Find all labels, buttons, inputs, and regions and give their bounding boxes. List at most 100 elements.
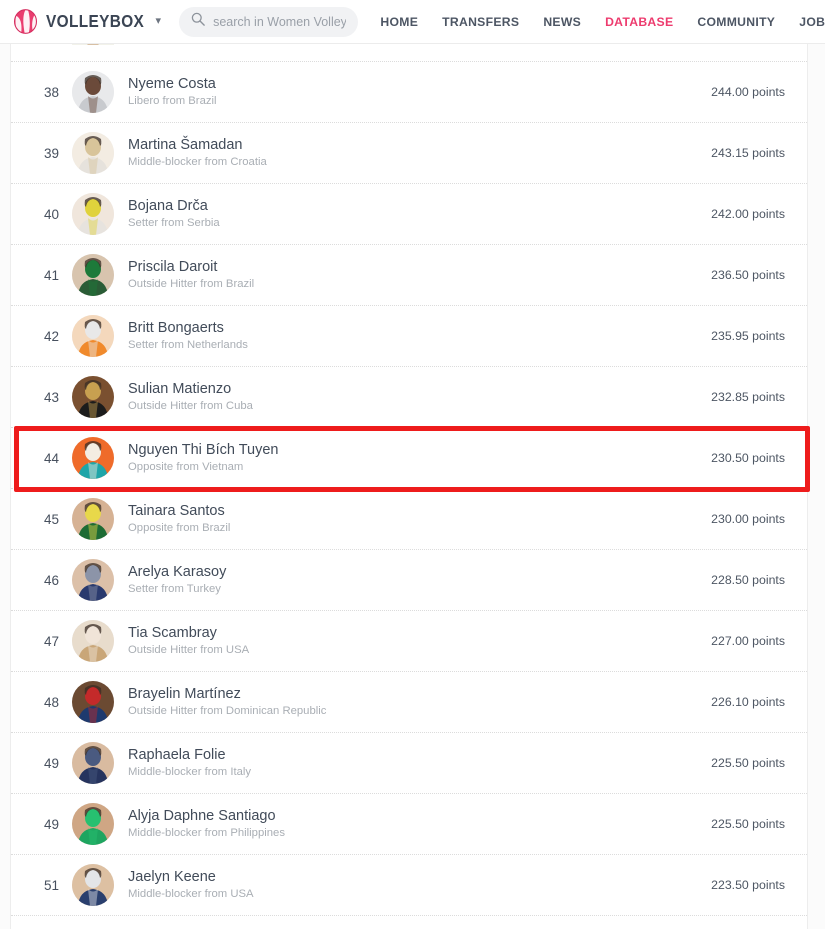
nav-item-transfers[interactable]: TRANSFERS [442,15,519,29]
player-position-country: Outside Hitter from Dominican Republic [128,705,327,717]
player-info[interactable]: Raphaela Folie Middle-blocker from Italy [128,747,711,779]
player-points: 242.00 points [711,207,785,221]
ranking-page: 38 Nyeme Costa Libero from Brazil 244.00 po… [0,44,825,929]
player-avatar[interactable] [72,254,114,296]
nav-item-news[interactable]: NEWS [543,15,581,29]
ranking-row[interactable]: 42 Britt Bongaerts Setter from Netherlands… [11,306,807,367]
ranking-row[interactable]: 41 Priscila Daroit Outside Hitter from Bra… [11,245,807,306]
rank-number: 42 [43,328,59,344]
player-name: Brayelin Martínez [128,685,241,702]
main-nav: HOME TRANSFERS NEWS DATABASE COMMUNITY J… [380,15,825,29]
rank-number: 40 [43,206,59,222]
rank-number: 49 [43,816,59,832]
ranking-row[interactable] [11,916,807,929]
ranking-row[interactable]: 45 Tainara Santos Opposite from Brazil 230.… [11,489,807,550]
player-info[interactable]: Martina Šamadan Middle-blocker from Croat… [128,137,711,169]
player-info[interactable]: Nguyen Thi Bích Tuyen Opposite from Vietn… [128,442,711,474]
player-name: Alyja Daphne Santiago [128,807,276,824]
player-info[interactable]: Tia Scambray Outside Hitter from USA [128,625,711,657]
player-points: 232.85 points [711,390,785,404]
rank-number: 44 [43,450,59,466]
player-avatar[interactable] [72,742,114,784]
ranking-row[interactable]: 48 Brayelin Martínez Outside Hitter from D… [11,672,807,733]
ranking-row[interactable]: 44 Nguyen Thi Bích Tuyen Opposite from Vie… [11,428,807,489]
nav-item-community[interactable]: COMMUNITY [697,15,775,29]
player-position-country: Setter from Serbia [128,217,220,229]
rank-number: 49 [43,755,59,771]
player-position-country: Middle-blocker from Croatia [128,156,267,168]
player-info[interactable]: Jaelyn Keene Middle-blocker from USA [128,869,711,901]
player-avatar[interactable] [72,803,114,845]
ranking-row[interactable]: 38 Nyeme Costa Libero from Brazil 244.00 po… [11,62,807,123]
player-avatar[interactable] [72,681,114,723]
player-position-country: Outside Hitter from USA [128,644,250,656]
player-avatar[interactable] [72,620,114,662]
player-points: 226.10 points [711,695,785,709]
player-avatar[interactable] [72,559,114,601]
ranking-row[interactable]: 40 Bojana Drča Setter from Serbia 242.00 po… [11,184,807,245]
player-name: Raphaela Folie [128,746,226,763]
player-position-country: Libero from Brazil [128,95,217,107]
player-position-country: Outside Hitter from Brazil [128,278,255,290]
player-info[interactable]: Sulian Matienzo Outside Hitter from Cuba [128,381,711,413]
player-points: 225.50 points [711,817,785,831]
player-points: 235.95 points [711,329,785,343]
player-avatar[interactable] [72,864,114,906]
player-avatar[interactable] [72,498,114,540]
player-position-country: Opposite from Vietnam [128,461,244,473]
ranking-row[interactable]: 49 Raphaela Folie Middle-blocker from Ital… [11,733,807,794]
player-position-country: Outside Hitter from Cuba [128,400,253,412]
player-name: Tia Scambray [128,624,217,641]
rank-number: 48 [43,694,59,710]
player-name: Jaelyn Keene [128,868,216,885]
chevron-down-icon[interactable]: ▾ [156,16,162,27]
player-avatar[interactable] [72,437,114,479]
ranking-list: 38 Nyeme Costa Libero from Brazil 244.00 po… [10,44,808,929]
player-info[interactable]: Nyeme Costa Libero from Brazil [128,76,711,108]
nav-item-home[interactable]: HOME [380,15,418,29]
player-avatar[interactable] [72,376,114,418]
player-info[interactable]: Bojana Drča Setter from Serbia [128,198,711,230]
ranking-row[interactable] [11,44,807,62]
ranking-row[interactable]: 46 Arelya Karasoy Setter from Turkey 228.50… [11,550,807,611]
search-icon [191,12,205,31]
player-avatar[interactable] [72,315,114,357]
nav-item-database[interactable]: DATABASE [605,15,673,29]
player-avatar[interactable] [72,44,114,45]
player-avatar[interactable] [72,71,114,113]
player-name: Sulian Matienzo [128,380,232,397]
ranking-row[interactable]: 43 Sulian Matienzo Outside Hitter from Cub… [11,367,807,428]
brand-logo-link[interactable]: VOLLEYBOX ▾ [12,8,161,35]
player-position-country: Setter from Turkey [128,583,221,595]
player-name: Bojana Drča [128,197,208,214]
player-avatar[interactable] [72,132,114,174]
ranking-row[interactable]: 51 Jaelyn Keene Middle-blocker from USA 223… [11,855,807,916]
player-position-country: Middle-blocker from Philippines [128,827,285,839]
player-name: Martina Šamadan [128,136,243,153]
player-info[interactable]: Brayelin Martínez Outside Hitter from Dom… [128,686,711,718]
player-info[interactable]: Alyja Daphne Santiago Middle-blocker from… [128,808,711,840]
player-position-country: Middle-blocker from USA [128,888,254,900]
player-points: 243.15 points [711,146,785,160]
player-info[interactable]: Arelya Karasoy Setter from Turkey [128,564,711,596]
ranking-row[interactable]: 47 Tia Scambray Outside Hitter from USA 227… [11,611,807,672]
player-info[interactable]: Tainara Santos Opposite from Brazil [128,503,711,535]
site-header: VOLLEYBOX ▾ HOME TRANSFERS NEWS DATABASE… [0,0,825,44]
player-points: 228.50 points [711,573,785,587]
player-points: 223.50 points [711,878,785,892]
nav-item-jobs[interactable]: JOBS [799,15,825,29]
player-points: 225.50 points [711,756,785,770]
search-input[interactable] [213,14,347,29]
search-box[interactable] [179,6,359,37]
player-position-country: Opposite from Brazil [128,522,231,534]
volleyball-logo-icon [12,8,39,35]
player-points: 230.50 points [711,451,785,465]
player-points: 236.50 points [711,268,785,282]
player-avatar[interactable] [72,193,114,235]
player-name: Arelya Karasoy [128,563,227,580]
rank-number: 41 [43,267,59,283]
ranking-row[interactable]: 49 Alyja Daphne Santiago Middle-blocker fr… [11,794,807,855]
ranking-row[interactable]: 39 Martina Šamadan Middle-blocker from Cro… [11,123,807,184]
player-info[interactable]: Priscila Daroit Outside Hitter from Brazi… [128,259,711,291]
player-info[interactable]: Britt Bongaerts Setter from Netherlands [128,320,711,352]
